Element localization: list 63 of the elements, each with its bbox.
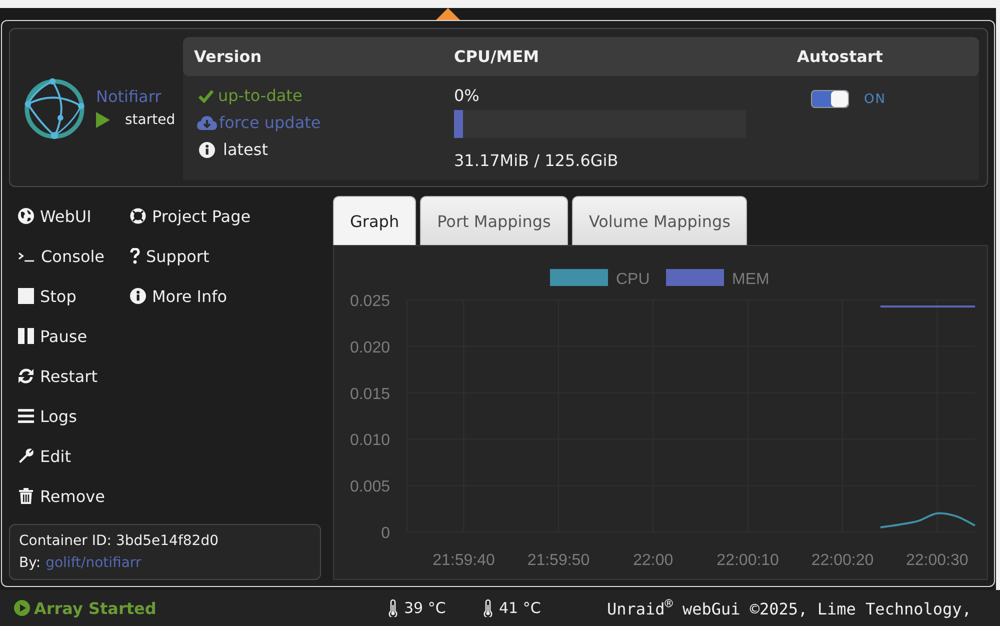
globe-icon (18, 208, 34, 224)
y-tick-label: 0.005 (350, 478, 390, 496)
triangle-pointer-icon (436, 8, 460, 20)
y-tick-label: 0.010 (350, 432, 390, 450)
y-tick-label: 0.020 (350, 339, 390, 356)
terminal-prompt-icon (18, 250, 35, 262)
container-status: started (125, 112, 176, 128)
pause-icon (18, 328, 34, 344)
check-icon (198, 88, 214, 102)
action-link[interactable]: Console (18, 236, 130, 276)
autostart-state: ON (864, 92, 886, 106)
author-label: By: (19, 554, 41, 573)
action-link[interactable]: Project Page (130, 196, 251, 236)
square-icon (18, 288, 34, 304)
action-link[interactable]: More Info (130, 276, 251, 316)
question-mark-icon (130, 248, 140, 264)
container-id: Container ID: 3bd5e14f82d0 (19, 532, 220, 551)
column-header: Version (193, 47, 263, 66)
wrench-icon (18, 448, 34, 464)
y-tick-label: 0.025 (350, 293, 390, 310)
tab[interactable]: Port Mappings (420, 196, 568, 245)
version-tag: latest (223, 140, 268, 159)
x-tick-label: 21:59:40 (432, 552, 495, 569)
y-tick-label: 0 (381, 525, 390, 542)
x-tick-label: 22:00:10 (716, 552, 779, 569)
action-link[interactable]: Remove (18, 476, 130, 516)
temperature-reading: 41 °C (499, 599, 541, 617)
version-status: up-to-date (218, 86, 302, 105)
thermometer-icon (388, 599, 398, 617)
legend-label: CPU (616, 271, 650, 288)
play-circle-icon (14, 600, 30, 616)
x-tick-label: 22:00:30 (906, 552, 968, 569)
info-icon (130, 288, 146, 304)
tab[interactable]: Graph (333, 196, 416, 245)
cpu-usage: 0% (454, 86, 480, 105)
action-link[interactable]: Edit (18, 436, 130, 476)
play-icon (96, 112, 110, 128)
autostart-switch[interactable] (811, 90, 849, 108)
x-tick-label: 22:00 (633, 552, 674, 569)
y-tick-label: 0.015 (350, 386, 390, 403)
x-tick-label: 21:59:50 (527, 552, 590, 569)
legend-label: MEM (732, 271, 770, 288)
refresh-icon (18, 368, 34, 384)
action-link[interactable]: WebUI (18, 196, 130, 236)
column-header: CPU/MEM (453, 47, 540, 66)
array-status: Array Started (34, 598, 156, 618)
action-link[interactable]: Stop (18, 276, 130, 316)
action-link[interactable]: Logs (18, 396, 130, 436)
info-icon (199, 142, 215, 158)
tab[interactable]: Volume Mappings (572, 196, 748, 245)
cloud-download-icon (197, 115, 217, 130)
memory-usage: 31.17MiB / 125.6GiB (454, 151, 618, 170)
x-tick-label: 22:00:20 (811, 552, 874, 569)
action-link[interactable]: Pause (18, 316, 130, 356)
action-link[interactable]: Restart (18, 356, 130, 396)
thermometer-icon (483, 599, 493, 617)
copyright-text: Unraid$^{®}$ webGui ©2025, Lime Technology, (607, 597, 972, 619)
list-lines-icon (18, 408, 34, 424)
life-ring-icon (130, 208, 146, 224)
temperature-reading: 39 °C (404, 599, 446, 617)
trash-icon (18, 488, 34, 504)
action-link[interactable]: Support (130, 236, 251, 276)
column-header: Autostart (796, 47, 884, 66)
